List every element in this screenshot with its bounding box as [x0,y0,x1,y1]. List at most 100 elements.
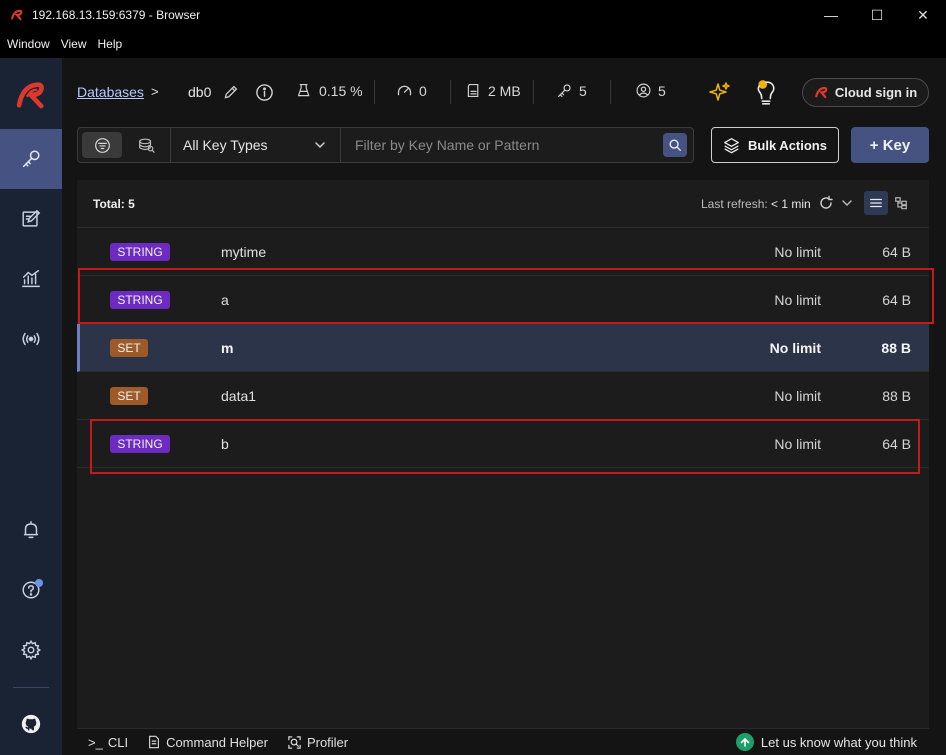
search-icon [669,139,681,151]
type-badge: STRING [110,291,170,309]
cpu-icon [297,83,310,97]
gear-icon [20,639,42,661]
memory-value: 2 MB [488,82,521,99]
list-view-icon [870,198,882,208]
cli-button[interactable]: >_ CLI [88,735,128,750]
key-name: m [221,340,234,356]
search-button[interactable] [663,133,687,157]
cpu-value: 0.15 % [319,82,363,99]
table-row-selected[interactable]: SET m No limit 88 B [77,324,929,372]
cloud-sign-in-button[interactable]: Cloud sign in [802,78,929,107]
sidebar-item-browser[interactable] [0,129,62,189]
tree-view-button[interactable] [889,191,913,215]
key-size: 64 B [882,292,911,308]
command-helper-label: Command Helper [166,734,268,750]
profiler-button[interactable]: Profiler [287,735,348,750]
bottom-bar: >_ CLI Command Helper Profiler Let us kn… [77,728,929,755]
total-keys-label: Total: 5 [93,197,135,211]
sidebar [0,58,62,755]
sidebar-item-github[interactable] [0,694,62,754]
refresh-icon[interactable] [818,195,834,211]
ops-stat: 0 [396,82,427,99]
sidebar-item-workbench[interactable] [0,189,62,249]
key-name: data1 [221,388,257,404]
db-name: db0 [188,84,212,100]
feedback-label: Let us know what you think [760,734,917,750]
window-title: 192.168.13.159:6379 - Browser [32,8,201,22]
info-icon[interactable] [255,83,274,102]
bulk-actions-label: Bulk Actions [748,137,827,153]
command-helper-button[interactable]: Command Helper [147,735,268,750]
keys-panel: Total: 5 Last refresh: < 1 min STRING my… [77,180,929,755]
cloud-sign-in-label: Cloud sign in [834,85,918,100]
sidebar-item-pubsub[interactable] [0,309,62,369]
key-type-select[interactable]: All Key Types [171,128,341,162]
help-notification-dot [35,579,43,587]
tree-view-icon [895,197,907,210]
document-icon [149,735,160,749]
add-key-button[interactable]: + Key [851,127,929,163]
key-ttl: No limit [769,340,821,356]
vector-search-mode-button[interactable] [126,132,166,158]
type-badge: SET [110,339,148,357]
menu-help[interactable]: Help [97,37,122,51]
clients-stat: 5 [635,82,666,99]
key-name: b [221,436,229,452]
edit-icon [22,209,41,227]
chevron-down-icon [315,142,325,149]
auto-refresh-chevron-icon[interactable] [841,197,853,209]
close-button[interactable]: ✕ [900,0,946,30]
minimize-button[interactable]: — [808,0,854,30]
key-ttl: No limit [774,292,821,308]
key-count-icon [557,84,571,98]
pattern-search-mode-button[interactable] [82,132,122,158]
profiler-label: Profiler [306,734,349,750]
github-icon [21,714,41,734]
table-row[interactable]: STRING b No limit 64 B [77,420,929,468]
table-row[interactable]: SET data1 No limit 88 B [77,372,929,420]
terminal-icon: >_ [88,734,103,750]
key-icon [22,150,40,168]
key-search-input[interactable] [355,137,663,153]
menu-view[interactable]: View [61,37,87,51]
table-row[interactable]: STRING a No limit 64 B [77,276,929,324]
feedback-link[interactable]: Let us know what you think [735,733,917,751]
sidebar-item-help[interactable] [0,560,62,620]
keys-stat: 5 [556,82,587,99]
feedback-icon [735,733,754,751]
bulk-actions-button[interactable]: Bulk Actions [711,127,839,163]
type-badge: STRING [110,435,170,453]
ai-sparkle-icon[interactable] [708,80,732,104]
maximize-button[interactable]: ☐ [854,0,900,30]
filter-icon [94,137,110,153]
menu-window[interactable]: Window [7,37,50,51]
lightbulb-icon[interactable] [753,78,779,106]
key-name: a [221,292,229,308]
key-type-value: All Key Types [183,137,268,153]
redis-logo-icon [11,9,23,21]
cpu-stat: 0.15 % [296,82,363,99]
title-bar: 192.168.13.159:6379 - Browser — ☐ ✕ [0,0,946,30]
instance-header: Databases > db0 0.15 % 0 2 MB 5 5 Cloud … [62,58,946,126]
list-view-button[interactable] [864,191,888,215]
table-row[interactable]: STRING mytime No limit 64 B [77,228,929,276]
keys-value: 5 [579,82,587,99]
sidebar-item-settings[interactable] [0,620,62,680]
edit-db-name-icon[interactable] [222,84,239,101]
database-stack-icon [139,138,155,153]
breadcrumb-databases-link[interactable]: Databases [77,84,144,100]
key-ttl: No limit [774,244,821,260]
memory-icon [467,83,479,98]
key-size: 88 B [881,340,911,356]
key-size: 64 B [882,436,911,452]
redis-cloud-icon [814,86,828,99]
key-size: 64 B [882,244,911,260]
keys-list: STRING mytime No limit 64 B STRING a No … [77,228,929,468]
redis-insight-logo-icon[interactable] [14,78,48,112]
sidebar-item-analysis[interactable] [0,249,62,309]
breadcrumb-separator: > [151,84,159,99]
sidebar-item-notifications[interactable] [0,500,62,560]
ops-value: 0 [419,82,427,99]
broadcast-icon [22,332,40,346]
clients-value: 5 [658,82,666,99]
